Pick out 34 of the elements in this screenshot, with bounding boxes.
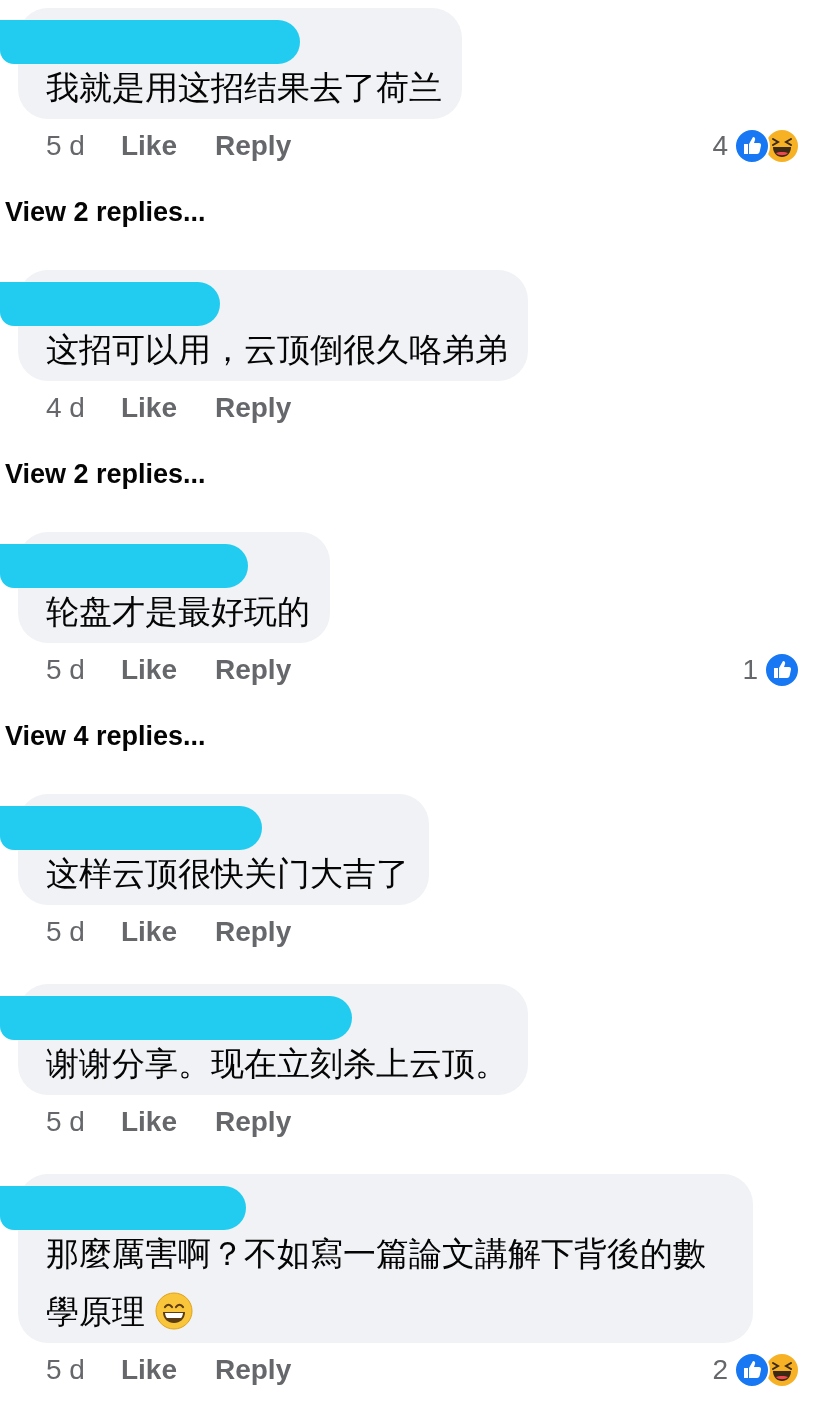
view-replies-link[interactable]: View 2 replies...: [5, 196, 206, 228]
like-reaction-icon: [734, 1352, 770, 1388]
reply-link[interactable]: Reply: [214, 125, 292, 167]
comment-text: 轮盘才是最好玩的: [46, 592, 310, 632]
reply-link[interactable]: Reply: [214, 649, 292, 691]
like-reaction-icon: [734, 128, 770, 164]
like-link[interactable]: Like: [120, 387, 177, 429]
reply-link[interactable]: Reply: [214, 1101, 292, 1143]
comment-time: 4 d: [46, 391, 85, 425]
like-link[interactable]: Like: [120, 1349, 177, 1391]
view-replies-link[interactable]: View 4 replies...: [5, 720, 206, 752]
comment-time: 5 d: [46, 1353, 85, 1387]
comment-text: 谢谢分享。现在立刻杀上云顶。: [46, 1044, 508, 1084]
view-replies-link[interactable]: View 2 replies...: [5, 458, 206, 490]
comment-time: 5 d: [46, 129, 85, 163]
comment-text: 那麼厲害啊？不如寫一篇論文講解下背後的數學原理: [46, 1234, 707, 1333]
reaction-count: 4: [712, 129, 728, 163]
reply-link[interactable]: Reply: [214, 387, 292, 429]
grinning-face-icon: [155, 1292, 193, 1331]
like-link[interactable]: Like: [120, 1101, 177, 1143]
reply-link[interactable]: Reply: [214, 1349, 292, 1391]
comment-text: 这样云顶很快关门大吉了: [46, 854, 409, 894]
like-link[interactable]: Like: [120, 911, 177, 953]
like-link[interactable]: Like: [120, 649, 177, 691]
comment-time: 5 d: [46, 915, 85, 949]
comment-text: 我就是用这招结果去了荷兰: [46, 68, 442, 108]
reaction-count: 1: [742, 653, 758, 687]
like-reaction-icon: [764, 652, 800, 688]
comment-time: 5 d: [46, 1105, 85, 1139]
comment-text: 这招可以用，云顶倒很久咯弟弟: [46, 330, 508, 370]
reply-link[interactable]: Reply: [214, 911, 292, 953]
like-link[interactable]: Like: [120, 125, 177, 167]
reaction-count: 2: [712, 1353, 728, 1387]
comment-time: 5 d: [46, 653, 85, 687]
